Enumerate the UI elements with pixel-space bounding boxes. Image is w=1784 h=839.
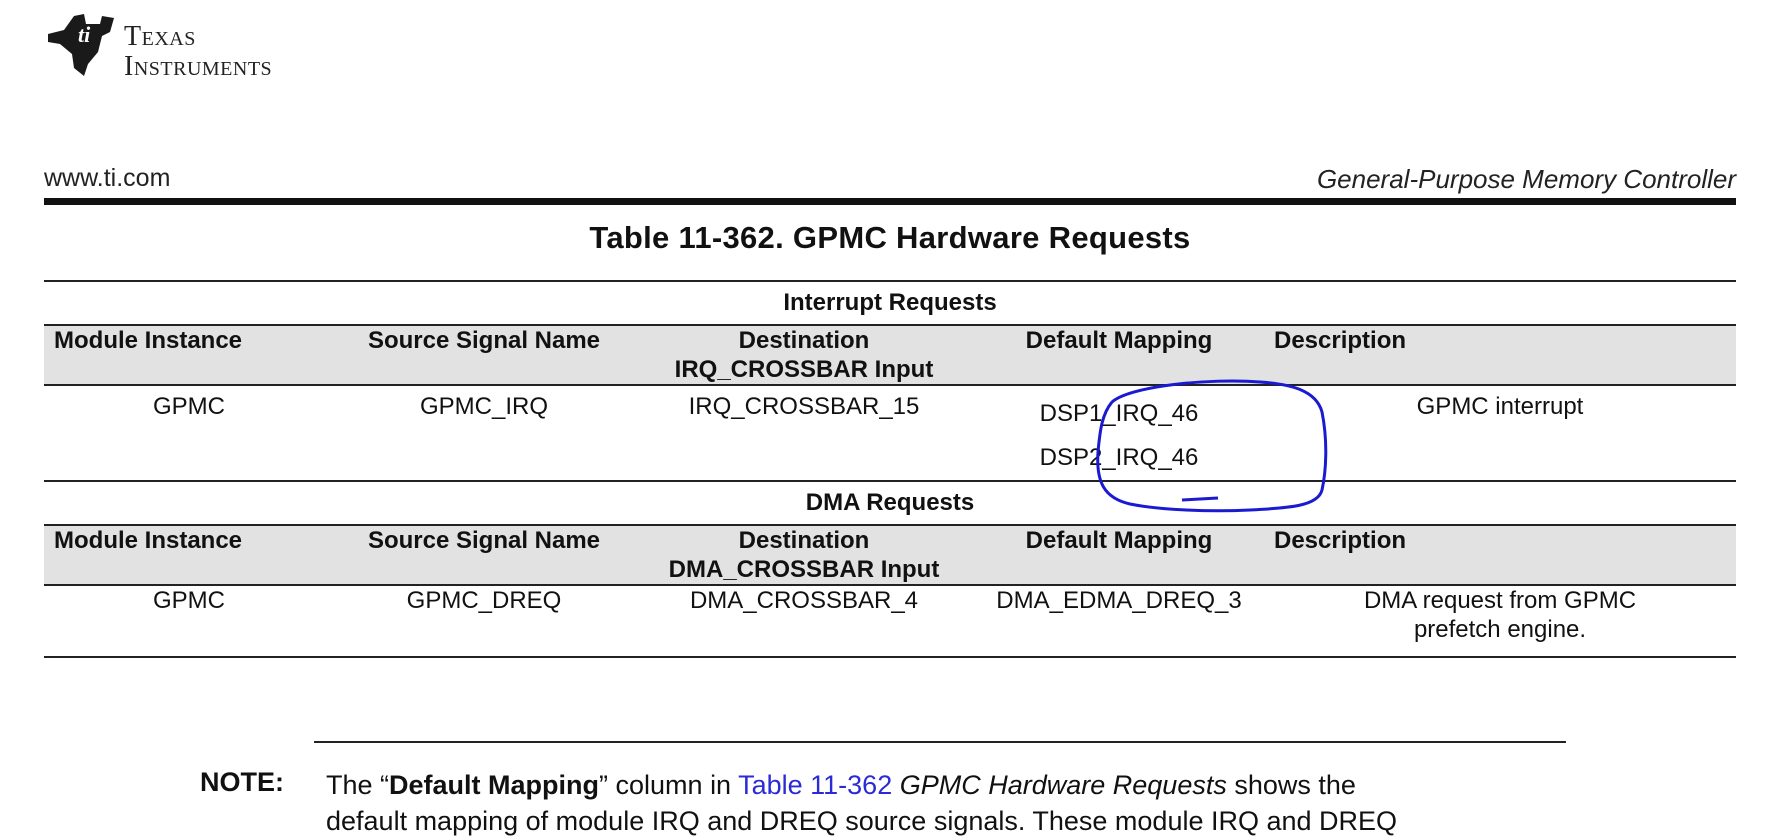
cell-mapping: DMA_EDMA_DREQ_3	[974, 585, 1264, 658]
note-italic: GPMC Hardware Requests	[899, 770, 1227, 800]
section-label: Interrupt Requests	[44, 280, 1737, 326]
ti-logo: ti Texas Instruments	[44, 12, 374, 82]
column-header: Source Signal Name	[334, 325, 634, 386]
cell-description: GPMC interrupt	[1416, 393, 1584, 420]
cell-module: GPMC	[153, 393, 225, 420]
site-url[interactable]: www.ti.com	[44, 164, 170, 193]
column-header: Destination	[738, 527, 870, 554]
header-row: Module Instance Source Signal Name Desti…	[44, 325, 1737, 386]
chapter-title: General-Purpose Memory Controller	[1316, 164, 1736, 194]
cell-description: DMA request from GPMC prefetch engine.	[1264, 585, 1737, 658]
svg-text:ti: ti	[78, 22, 91, 47]
note-text-part: ” column in	[599, 770, 739, 800]
column-header: Source Signal Name	[334, 525, 634, 586]
column-header-destination: Destination DMA_CROSSBAR Input	[634, 525, 974, 586]
description-line: prefetch engine.	[1413, 616, 1587, 643]
cell-destination: DMA_CROSSBAR_4	[634, 585, 974, 658]
cell-destination: IRQ_CROSSBAR_15	[688, 393, 920, 420]
table-reference-link[interactable]: Table 11-362	[738, 770, 892, 800]
ti-logo-icon: ti	[48, 14, 114, 76]
logo-line-2: Instruments	[124, 51, 273, 82]
note-text-part: The “	[326, 770, 390, 800]
hand-drawn-circle-annotation	[1096, 379, 1328, 513]
column-header: Module Instance	[44, 325, 334, 386]
column-header-sub: IRQ_CROSSBAR Input	[674, 356, 934, 383]
cell-source: GPMC_IRQ	[419, 393, 548, 420]
section-row-dma: DMA Requests	[44, 480, 1737, 526]
section-row-interrupt: Interrupt Requests	[44, 280, 1737, 326]
logo-line-1: Texas	[124, 21, 196, 52]
header-row: Module Instance Source Signal Name Desti…	[44, 525, 1737, 586]
column-header-destination: Destination IRQ_CROSSBAR Input	[634, 325, 974, 386]
cell-module: GPMC	[44, 585, 334, 658]
column-header: Description	[1264, 325, 1737, 386]
header-rule	[44, 198, 1736, 205]
note-bold: Default Mapping	[389, 770, 600, 800]
table-title: Table 11-362. GPMC Hardware Requests	[589, 220, 1191, 255]
note-text: The “Default Mapping” column in Table 11…	[326, 767, 1586, 839]
column-header: Destination	[738, 327, 870, 354]
table-row: GPMC GPMC_DREQ DMA_CROSSBAR_4 DMA_EDMA_D…	[44, 585, 1737, 658]
note-rule	[314, 741, 1566, 743]
section-label: DMA Requests	[44, 480, 1737, 526]
description-line: DMA request from GPMC	[1363, 587, 1637, 614]
column-header: Module Instance	[44, 525, 334, 586]
column-header: Default Mapping	[974, 525, 1264, 586]
note-text-part	[892, 770, 900, 800]
hardware-requests-table: Interrupt Requests Module Instance Sourc…	[44, 280, 1737, 658]
note-label: NOTE:	[200, 767, 284, 797]
cell-source: GPMC_DREQ	[334, 585, 634, 658]
column-header: Description	[1264, 525, 1737, 586]
table-row: GPMC GPMC_IRQ IRQ_CROSSBAR_15 DSP1_IRQ_4…	[44, 385, 1736, 481]
column-header-sub: DMA_CROSSBAR Input	[668, 556, 940, 583]
note-text-part: shows the	[1226, 770, 1356, 800]
